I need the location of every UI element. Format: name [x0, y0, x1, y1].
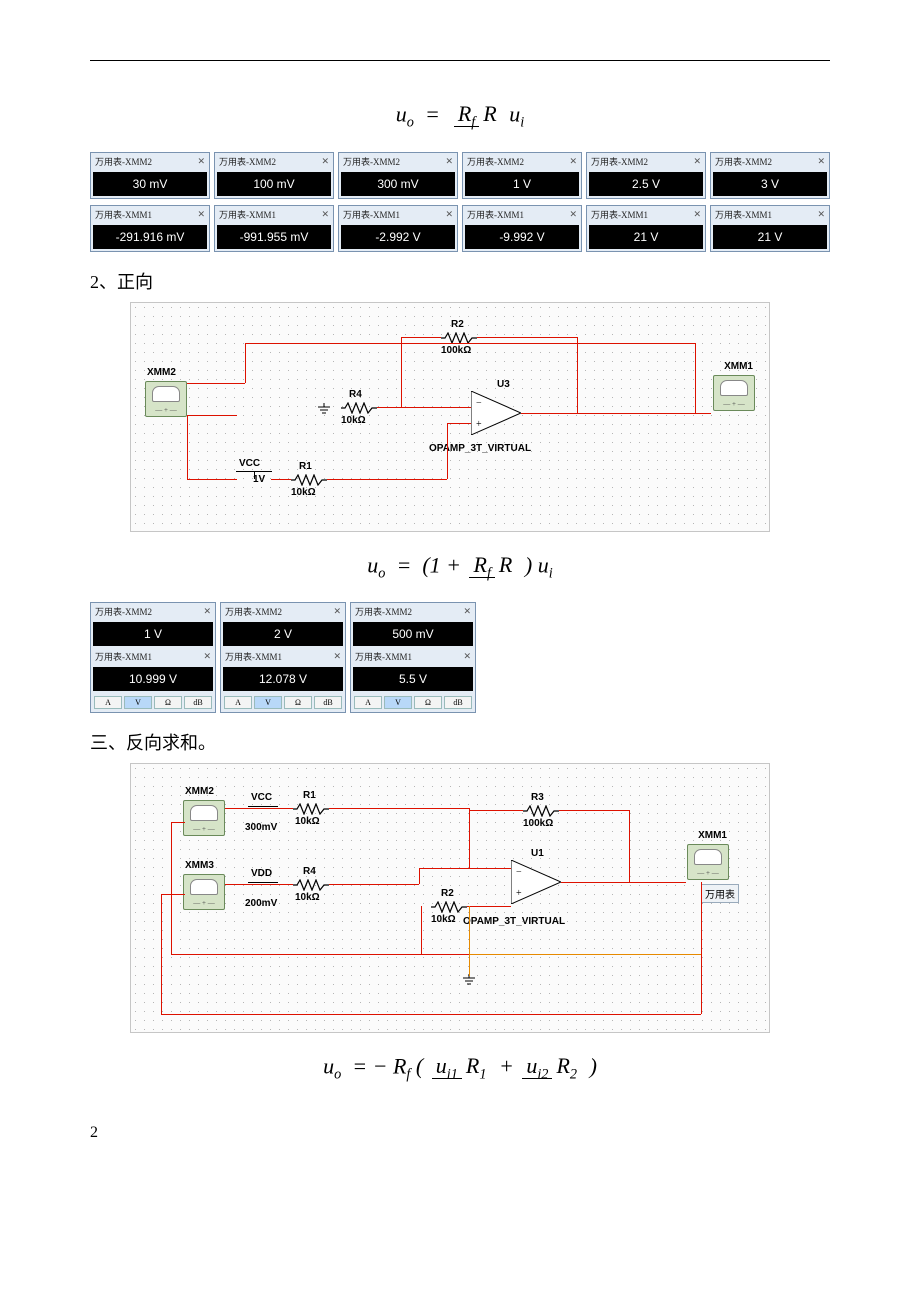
mm-mode-a[interactable]: A — [94, 696, 122, 709]
mm-mode-ohm[interactable]: Ω — [154, 696, 182, 709]
resistor-icon — [441, 331, 477, 343]
resistor-icon — [293, 878, 329, 890]
opamp-icon: −+ — [471, 391, 521, 435]
resistor-icon — [341, 401, 377, 413]
close-icon[interactable]: ✕ — [197, 156, 205, 167]
mm-reading: 12.078 V — [223, 667, 343, 691]
close-icon[interactable]: ✕ — [463, 651, 471, 662]
mm-reading: 30 mV — [93, 172, 207, 196]
multimeter: 万用表-XMM2✕ 500 mV 万用表-XMM1✕ 5.5 V AVΩdB — [350, 602, 476, 713]
resistor-icon — [293, 802, 329, 814]
multimeter: 万用表-XMM2✕2.5 V — [586, 152, 706, 199]
svg-text:+: + — [476, 419, 482, 430]
heading-2: 2、正向 — [90, 268, 830, 294]
multimeter: 万用表-XMM2✕30 mV — [90, 152, 210, 199]
mm-reading: 10.999 V — [93, 667, 213, 691]
close-icon[interactable]: ✕ — [321, 209, 329, 220]
opamp-icon: −+ — [511, 860, 561, 904]
mm-reading: 5.5 V — [353, 667, 473, 691]
close-icon[interactable]: ✕ — [817, 156, 825, 167]
svg-text:−: − — [516, 867, 522, 878]
mm-reading: -2.992 V — [341, 225, 455, 249]
close-icon[interactable]: ✕ — [693, 156, 701, 167]
svg-text:−: − — [476, 398, 482, 409]
close-icon[interactable]: ✕ — [203, 606, 211, 617]
multimeter-icon — [183, 874, 225, 910]
mm-mode-db[interactable]: dB — [314, 696, 342, 709]
mm-reading: 3 V — [713, 172, 827, 196]
mm-reading: 300 mV — [341, 172, 455, 196]
resistor-icon — [291, 473, 327, 485]
mm-reading: 500 mV — [353, 622, 473, 646]
circuit-diagram-2: XMM2 XMM3 XMM1 万用表 VCC 300mV VDD 200mV R… — [130, 763, 770, 1033]
mm-reading: 100 mV — [217, 172, 331, 196]
close-icon[interactable]: ✕ — [333, 606, 341, 617]
multimeter-icon — [183, 800, 225, 836]
mm-mode-a[interactable]: A — [224, 696, 252, 709]
multimeter: 万用表-XMM2✕1 V — [462, 152, 582, 199]
formula-2: uo = (1 + RfR ) ui — [90, 552, 830, 583]
close-icon[interactable]: ✕ — [197, 209, 205, 220]
ground-icon — [316, 403, 332, 417]
page-number: 2 — [90, 1124, 830, 1142]
mm-reading: 1 V — [465, 172, 579, 196]
multimeter: 万用表-XMM1✕-2.992 V — [338, 205, 458, 252]
mm-reading: 2 V — [223, 622, 343, 646]
mm-reading: 21 V — [589, 225, 703, 249]
multimeter-icon — [713, 375, 755, 411]
multimeter: 万用表-XMM1✕-9.992 V — [462, 205, 582, 252]
close-icon[interactable]: ✕ — [445, 209, 453, 220]
close-icon[interactable]: ✕ — [817, 209, 825, 220]
formula-3: uo = − Rf ( ui1R1 + ui2R2 ) — [90, 1053, 830, 1084]
header-rule — [90, 60, 830, 61]
circuit-diagram-1: XMM2 XMM1 VCC 1V R1 10kΩ R4 10kΩ R2 100k… — [130, 302, 770, 532]
heading-3: 三、反向求和。 — [90, 729, 830, 755]
multimeter: 万用表-XMM1✕21 V — [586, 205, 706, 252]
multimeter-row-2: 万用表-XMM2✕ 1 V 万用表-XMM1✕ 10.999 V AVΩdB 万… — [90, 602, 830, 713]
resistor-icon — [523, 804, 559, 816]
multimeter: 万用表-XMM2✕300 mV — [338, 152, 458, 199]
mm-mode-v[interactable]: V — [254, 696, 282, 709]
mm-reading: 1 V — [93, 622, 213, 646]
mm-mode-v[interactable]: V — [124, 696, 152, 709]
close-icon[interactable]: ✕ — [333, 651, 341, 662]
close-icon[interactable]: ✕ — [463, 606, 471, 617]
mm-mode-ohm[interactable]: Ω — [414, 696, 442, 709]
ground-icon — [461, 974, 477, 988]
multimeter-row-1-top: 万用表-XMM2✕30 mV 万用表-XMM2✕100 mV 万用表-XMM2✕… — [90, 152, 830, 199]
close-icon[interactable]: ✕ — [569, 209, 577, 220]
multimeter: 万用表-XMM2✕3 V — [710, 152, 830, 199]
multimeter: 万用表-XMM2✕ 1 V 万用表-XMM1✕ 10.999 V AVΩdB — [90, 602, 216, 713]
mm-reading: -291.916 mV — [93, 225, 207, 249]
multimeter-icon — [145, 381, 187, 417]
multimeter: 万用表-XMM2✕ 2 V 万用表-XMM1✕ 12.078 V AVΩdB — [220, 602, 346, 713]
mm-reading: 21 V — [713, 225, 827, 249]
mm-reading: -9.992 V — [465, 225, 579, 249]
formula-1: uo = RfR ui — [90, 101, 830, 132]
resistor-icon — [431, 900, 467, 912]
multimeter: 万用表-XMM2✕100 mV — [214, 152, 334, 199]
close-icon[interactable]: ✕ — [445, 156, 453, 167]
multimeter-row-1-bottom: 万用表-XMM1✕-291.916 mV 万用表-XMM1✕-991.955 m… — [90, 205, 830, 252]
multimeter: 万用表-XMM1✕21 V — [710, 205, 830, 252]
close-icon[interactable]: ✕ — [569, 156, 577, 167]
multimeter-icon — [687, 844, 729, 880]
multimeter: 万用表-XMM1✕-291.916 mV — [90, 205, 210, 252]
close-icon[interactable]: ✕ — [203, 651, 211, 662]
mm-reading: -991.955 mV — [217, 225, 331, 249]
mm-mode-a[interactable]: A — [354, 696, 382, 709]
close-icon[interactable]: ✕ — [693, 209, 701, 220]
svg-text:+: + — [516, 888, 522, 899]
mm-mode-db[interactable]: dB — [444, 696, 472, 709]
close-icon[interactable]: ✕ — [321, 156, 329, 167]
mm-mode-ohm[interactable]: Ω — [284, 696, 312, 709]
mm-reading: 2.5 V — [589, 172, 703, 196]
multimeter: 万用表-XMM1✕-991.955 mV — [214, 205, 334, 252]
mm-mode-v[interactable]: V — [384, 696, 412, 709]
mm-mode-db[interactable]: dB — [184, 696, 212, 709]
